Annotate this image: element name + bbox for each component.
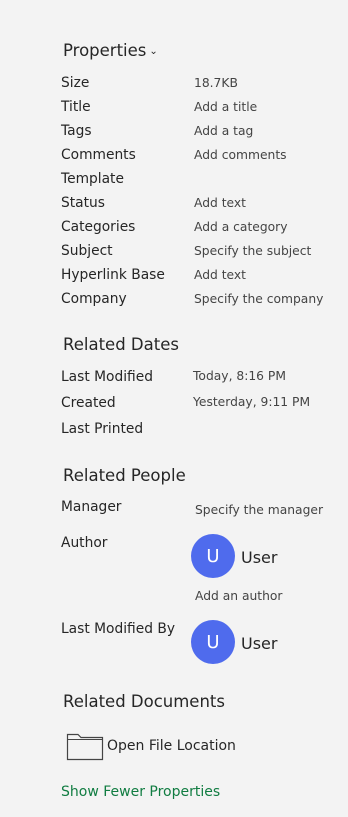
prop-value-categories[interactable]: Add a category	[194, 220, 288, 234]
prop-label-template: Template	[61, 171, 124, 187]
last-modified-by-name[interactable]: User	[241, 634, 277, 653]
author-avatar[interactable]: U	[191, 534, 235, 578]
prop-label-categories: Categories	[61, 219, 136, 235]
date-label-last-modified: Last Modified	[61, 369, 153, 385]
prop-label-comments: Comments	[61, 147, 136, 163]
author-name[interactable]: User	[241, 548, 277, 567]
date-value-created: Yesterday, 9:11 PM	[193, 395, 311, 409]
prop-label-size: Size	[61, 75, 90, 91]
prop-label-subject: Subject	[61, 243, 113, 259]
related-documents-heading: Related Documents	[63, 692, 225, 711]
date-label-created: Created	[61, 395, 116, 411]
last-modified-by-avatar[interactable]: U	[191, 620, 235, 664]
manager-label: Manager	[61, 499, 122, 515]
prop-value-company[interactable]: Specify the company	[194, 292, 323, 306]
manager-value[interactable]: Specify the manager	[195, 503, 323, 517]
last-modified-by-avatar-initial: U	[206, 631, 220, 653]
prop-label-hyperlink-base: Hyperlink Base	[61, 267, 165, 283]
folder-icon[interactable]	[66, 731, 104, 761]
prop-value-comments[interactable]: Add comments	[194, 148, 287, 162]
date-label-last-printed: Last Printed	[61, 421, 144, 437]
properties-heading[interactable]: Properties ⌄	[63, 41, 158, 60]
author-label: Author	[61, 535, 108, 551]
prop-label-title: Title	[61, 99, 91, 115]
prop-label-company: Company	[61, 291, 127, 307]
properties-heading-label: Properties	[63, 41, 147, 60]
related-people-heading: Related People	[63, 466, 186, 485]
open-file-location-link[interactable]: Open File Location	[107, 738, 236, 754]
date-value-last-modified: Today, 8:16 PM	[193, 369, 286, 383]
author-avatar-initial: U	[206, 545, 220, 567]
prop-value-title[interactable]: Add a title	[194, 100, 257, 114]
prop-label-tags: Tags	[61, 123, 92, 139]
prop-value-subject[interactable]: Specify the subject	[194, 244, 311, 258]
show-fewer-properties-link[interactable]: Show Fewer Properties	[61, 784, 220, 800]
prop-label-status: Status	[61, 195, 105, 211]
prop-value-size: 18.7KB	[194, 76, 238, 90]
related-dates-heading: Related Dates	[63, 335, 179, 354]
add-author-link[interactable]: Add an author	[195, 589, 282, 603]
prop-value-hyperlink-base[interactable]: Add text	[194, 268, 246, 282]
prop-value-tags[interactable]: Add a tag	[194, 124, 253, 138]
last-modified-by-label: Last Modified By	[61, 621, 176, 637]
prop-value-status[interactable]: Add text	[194, 196, 246, 210]
chevron-down-icon: ⌄	[149, 46, 158, 57]
